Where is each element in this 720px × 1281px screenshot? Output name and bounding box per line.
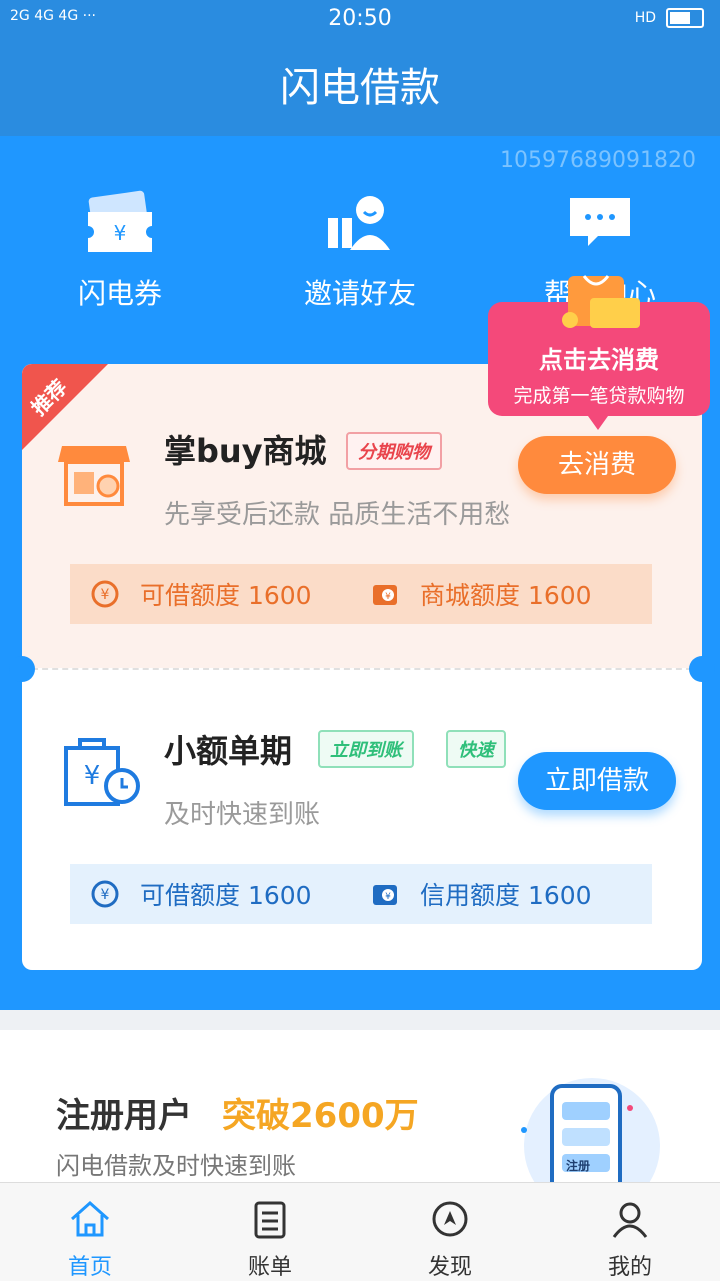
user-icon	[612, 1202, 648, 1238]
bottom-nav: 首页 账单 发现 我的	[0, 1182, 720, 1281]
svg-text:¥: ¥	[385, 592, 391, 602]
svg-text:¥: ¥	[385, 892, 391, 902]
status-bar: 2G 4G 4G ··· 20:50 HD	[0, 0, 720, 40]
user-id: 10597689091820	[500, 148, 696, 173]
tab-bill[interactable]: 账单	[180, 1183, 360, 1281]
wallet-icon: ¥	[373, 585, 397, 605]
bill-icon	[254, 1201, 286, 1239]
product-subtitle: 及时快速到账	[164, 800, 321, 830]
svg-text:¥: ¥	[101, 887, 110, 903]
phone-illustration: 注册	[500, 1060, 670, 1182]
tab-mine[interactable]: 我的	[540, 1183, 720, 1281]
product-title: 小额单期	[164, 732, 293, 770]
product-tag: 快速	[446, 730, 506, 768]
promo-highlight: 突破2600万	[222, 1096, 419, 1136]
quota-label: 商城额度 1600	[420, 581, 592, 610]
tab-label: 我的	[607, 1255, 652, 1280]
chat-bubble-icon	[560, 190, 640, 260]
go-shopping-button[interactable]: 去消费	[518, 436, 676, 494]
bag-clock-icon: ¥	[62, 734, 144, 810]
quick-action-coupon[interactable]: ¥ 闪电券	[0, 190, 240, 312]
promo-subtitle: 闪电借款及时快速到账	[56, 1152, 296, 1180]
compass-icon	[432, 1201, 468, 1237]
home-icon	[71, 1200, 109, 1237]
tab-label: 首页	[67, 1255, 112, 1280]
card-divider	[22, 668, 702, 670]
product-card: 推荐 掌buy商城 分期购物 先享受后还款 品质生活不用愁 去消费 ¥ 可借额度…	[22, 364, 702, 970]
svg-text:¥: ¥	[101, 587, 110, 603]
quota-label: 信用额度 1600	[420, 881, 592, 910]
loan-quota-icon: ¥	[91, 880, 119, 908]
quick-action-label: 闪电券	[77, 277, 162, 310]
product-tag: 立即到账	[318, 730, 414, 768]
tooltip-title: 点击去消费	[539, 346, 659, 374]
invite-friend-icon	[320, 190, 400, 260]
status-right: HD	[635, 8, 704, 28]
quota-bar-mall: ¥ 可借额度 1600 ¥ 商城额度 1600	[70, 564, 652, 624]
quota-item: ¥ 可借额度 1600	[90, 576, 350, 612]
quick-action-label: 邀请好友	[303, 277, 416, 310]
tab-home[interactable]: 首页	[0, 1183, 180, 1281]
register-promo: 注册用户 突破2600万 闪电借款及时快速到账 注册	[0, 1030, 720, 1182]
product-subtitle: 先享受后还款 品质生活不用愁	[164, 500, 511, 530]
svg-text:¥: ¥	[114, 221, 127, 245]
page-title: 闪电借款	[0, 40, 720, 136]
card-notch-left	[9, 656, 35, 682]
svg-text:¥: ¥	[84, 761, 101, 791]
phone-register-label: 注册	[566, 1159, 591, 1173]
tab-label: 发现	[427, 1255, 472, 1280]
product-tag: 分期购物	[346, 432, 442, 470]
tab-discover[interactable]: 发现	[360, 1183, 540, 1281]
shopping-bag-icon	[560, 270, 646, 334]
battery-icon	[666, 8, 704, 28]
quota-label: 可借额度 1600	[140, 881, 312, 910]
wallet-icon: ¥	[373, 885, 397, 905]
quota-label: 可借额度 1600	[140, 581, 312, 610]
quota-item: ¥ 商城额度 1600	[370, 576, 630, 612]
status-time: 20:50	[328, 6, 392, 31]
tab-label: 账单	[247, 1255, 292, 1280]
loan-quota-icon: ¥	[91, 580, 119, 608]
quota-item: ¥ 信用额度 1600	[370, 876, 630, 912]
quota-bar-small: ¥ 可借额度 1600 ¥ 信用额度 1600	[70, 864, 652, 924]
product-title: 掌buy商城	[164, 432, 327, 470]
call-hd-icon: HD	[634, 10, 656, 26]
tooltip-desc: 完成第一笔贷款购物	[513, 385, 685, 407]
promo-title: 注册用户	[56, 1096, 192, 1136]
shop-icon	[56, 440, 132, 510]
quota-item: ¥ 可借额度 1600	[90, 876, 350, 912]
quick-action-invite[interactable]: 邀请好友	[240, 190, 480, 312]
borrow-now-button[interactable]: 立即借款	[518, 752, 676, 810]
coupon-icon: ¥	[80, 190, 160, 260]
card-notch-right	[689, 656, 715, 682]
